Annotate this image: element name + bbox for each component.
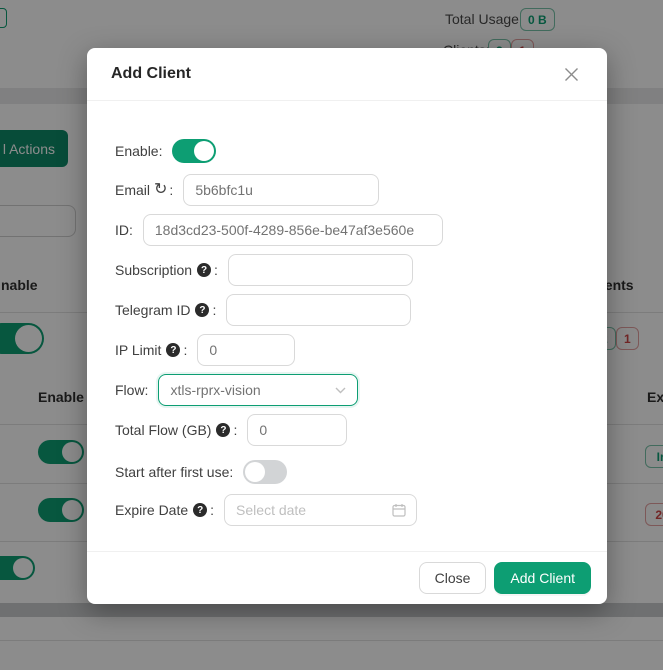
close-button[interactable]	[560, 63, 583, 86]
flow-label: Flow:	[115, 382, 148, 398]
ip-limit-label-text: IP Limit	[115, 342, 161, 358]
flow-select-value: xtls-rprx-vision	[170, 382, 260, 398]
add-client-button[interactable]: Add Client	[494, 562, 591, 594]
start-after-toggle[interactable]	[243, 460, 287, 484]
chevron-down-icon	[335, 387, 346, 394]
field-row-expire: Expire Date ? :	[115, 494, 417, 526]
toggle-knob	[245, 462, 265, 482]
help-icon[interactable]: ?	[166, 343, 180, 357]
expire-date-input[interactable]	[224, 494, 417, 526]
modal-title: Add Client	[111, 65, 191, 83]
email-label: Email ↻ :	[115, 182, 173, 198]
field-row-ip-limit: IP Limit ? :	[115, 334, 295, 366]
add-client-modal: Add Client Enable: Email ↻ : ID:	[87, 48, 607, 604]
subscription-label: Subscription ? :	[115, 262, 218, 278]
colon: :	[214, 262, 218, 278]
ip-limit-label: IP Limit ? :	[115, 342, 187, 358]
start-after-label: Start after first use:	[115, 464, 233, 480]
telegram-label: Telegram ID ? :	[115, 302, 216, 318]
modal-header: Add Client	[87, 48, 607, 101]
refresh-icon[interactable]: ↻	[154, 182, 167, 198]
colon: :	[169, 182, 173, 198]
colon: :	[183, 342, 187, 358]
help-icon[interactable]: ?	[197, 263, 211, 277]
close-icon	[564, 67, 579, 82]
expire-label: Expire Date ? :	[115, 502, 214, 518]
ip-limit-input[interactable]	[197, 334, 295, 366]
flow-select[interactable]: xtls-rprx-vision	[158, 374, 358, 406]
subscription-label-text: Subscription	[115, 262, 192, 278]
telegram-input[interactable]	[226, 294, 411, 326]
help-icon[interactable]: ?	[216, 423, 230, 437]
email-label-text: Email	[115, 182, 150, 198]
field-row-telegram: Telegram ID ? :	[115, 294, 411, 326]
enable-toggle[interactable]	[172, 139, 216, 163]
help-icon[interactable]: ?	[195, 303, 209, 317]
field-row-flow: Flow: xtls-rprx-vision	[115, 374, 358, 406]
field-row-id: ID:	[115, 214, 443, 246]
total-flow-input[interactable]	[247, 414, 347, 446]
field-row-email: Email ↻ :	[115, 174, 379, 206]
close-button-footer[interactable]: Close	[419, 562, 487, 594]
total-flow-label: Total Flow (GB) ? :	[115, 422, 237, 438]
telegram-label-text: Telegram ID	[115, 302, 190, 318]
field-row-enable: Enable:	[115, 135, 216, 167]
email-input[interactable]	[183, 174, 379, 206]
subscription-input[interactable]	[228, 254, 413, 286]
colon: :	[212, 302, 216, 318]
modal-footer: Close Add Client	[87, 551, 607, 604]
enable-label: Enable:	[115, 143, 162, 159]
id-input[interactable]	[143, 214, 443, 246]
help-icon[interactable]: ?	[193, 503, 207, 517]
id-label: ID:	[115, 222, 133, 238]
field-row-start-after: Start after first use:	[115, 456, 287, 488]
field-row-total-flow: Total Flow (GB) ? :	[115, 414, 347, 446]
field-row-subscription: Subscription ? :	[115, 254, 413, 286]
expire-label-text: Expire Date	[115, 502, 188, 518]
toggle-knob	[194, 141, 214, 161]
colon: :	[233, 422, 237, 438]
expire-input-wrap	[214, 494, 417, 526]
modal-body: Enable: Email ↻ : ID: Subscription ? :	[87, 101, 607, 551]
total-flow-label-text: Total Flow (GB)	[115, 422, 211, 438]
